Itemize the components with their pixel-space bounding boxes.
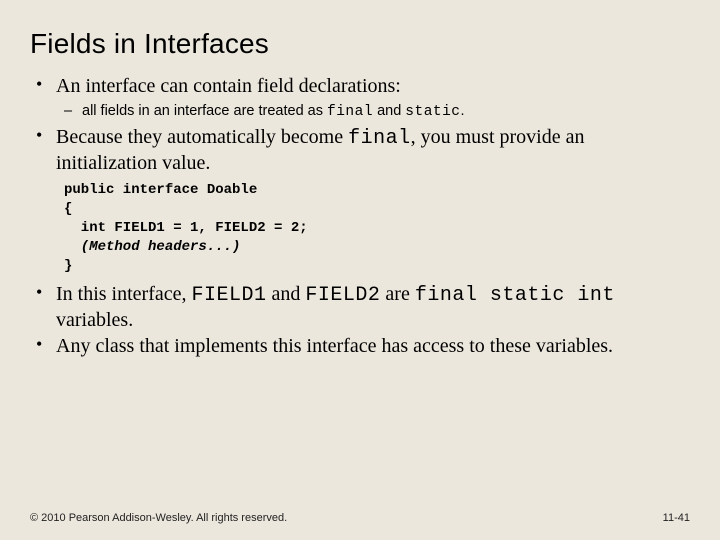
code-l1: public interface Doable [64,182,257,198]
code-static: static [405,104,460,120]
code-l3: int FIELD1 = 1, FIELD2 = 2; [64,220,308,236]
sub-1-pre: all fields in an interface are treated a… [82,103,327,119]
code-l4: (Method headers...) [64,239,240,255]
page-number: 11-41 [663,512,690,524]
code-l5: } [64,258,72,274]
slide: Fields in Interfaces An interface can co… [0,0,720,540]
code-field1: FIELD1 [192,284,267,307]
code-block: public interface Doable { int FIELD1 = 1… [64,181,690,275]
footer: © 2010 Pearson Addison-Wesley. All right… [30,512,690,524]
bullet-4: Any class that implements this interface… [50,334,690,358]
b3-mid1: and [267,283,306,305]
bullet-2: Because they automatically become final,… [50,125,690,175]
sub-1-mid: and [373,103,405,119]
b3-post: variables. [56,309,133,331]
b4-text: Any class that implements this interface… [56,335,613,357]
sub-bullet-1: all fields in an interface are treated a… [78,102,690,121]
bullet-list-2: In this interface, FIELD1 and FIELD2 are… [30,282,690,358]
bullet-list: An interface can contain field declarati… [30,74,690,175]
code-field2: FIELD2 [305,284,380,307]
copyright-text: © 2010 Pearson Addison-Wesley. All right… [30,512,287,524]
b3-mid2: are [380,283,414,305]
bullet-1: An interface can contain field declarati… [50,74,690,121]
code-final-static-int: final static int [415,284,615,307]
bullet-3: In this interface, FIELD1 and FIELD2 are… [50,282,690,332]
code-final: final [327,104,373,120]
b3-pre: In this interface, [56,283,192,305]
bullet-1-text: An interface can contain field declarati… [56,75,401,97]
code-final-2: final [348,127,411,150]
sub-1-post: . [461,103,465,119]
sub-list-1: all fields in an interface are treated a… [56,102,690,121]
code-l2: { [64,201,72,217]
b2-pre: Because they automatically become [56,126,348,148]
slide-title: Fields in Interfaces [30,28,690,60]
